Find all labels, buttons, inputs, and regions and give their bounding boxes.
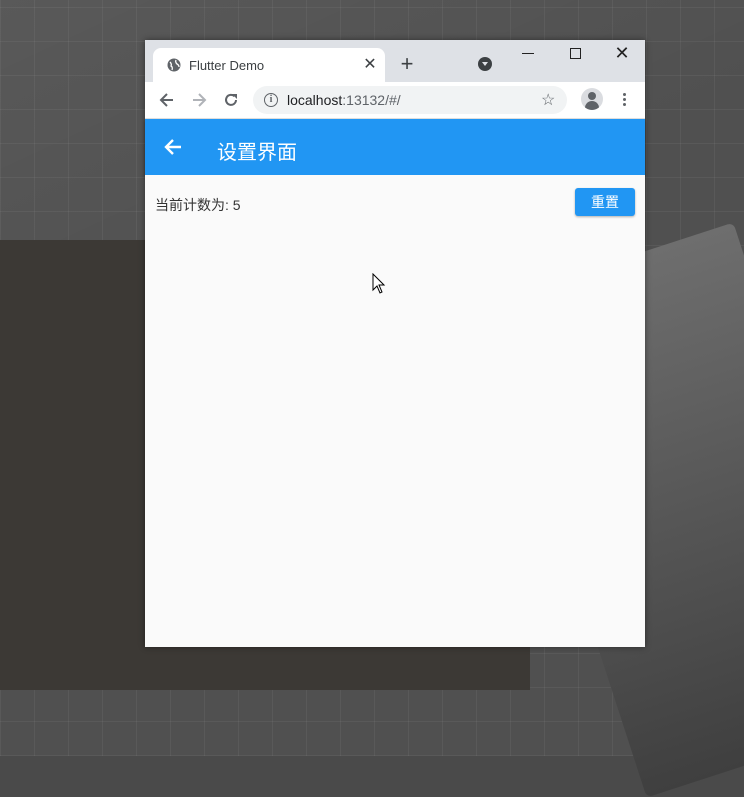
browser-window: Flutter Demo ✕ + ✕ i localhost:13132/#/ … — [145, 40, 645, 647]
window-close-icon[interactable]: ✕ — [613, 43, 631, 63]
page-title: 设置界面 — [217, 142, 297, 164]
forward-icon[interactable] — [189, 90, 209, 110]
kebab-menu-icon[interactable] — [615, 91, 633, 109]
url-host: localhost — [287, 92, 343, 108]
reload-icon[interactable] — [221, 90, 241, 110]
minimize-icon[interactable] — [522, 53, 534, 54]
reset-button[interactable]: 重置 — [575, 188, 635, 216]
new-tab-button[interactable]: + — [397, 53, 417, 75]
arrow-left-icon[interactable] — [161, 135, 185, 159]
tab-close-icon[interactable]: ✕ — [361, 56, 379, 74]
globe-icon — [167, 58, 181, 72]
info-icon[interactable]: i — [264, 93, 278, 107]
counter-text: 当前计数为: 5 — [155, 197, 241, 213]
address-bar[interactable]: i localhost:13132/#/ ☆ — [253, 86, 567, 114]
url-text: localhost:13132/#/ — [287, 92, 401, 108]
back-icon[interactable] — [157, 90, 177, 110]
avatar-icon[interactable] — [581, 88, 603, 110]
tab-title: Flutter Demo — [189, 58, 265, 73]
app-bar: 设置界面 — [145, 119, 645, 175]
mouse-cursor-icon — [372, 273, 386, 294]
maximize-icon[interactable] — [570, 48, 581, 59]
url-path: :13132/#/ — [342, 92, 401, 108]
title-bar: Flutter Demo ✕ + ✕ — [145, 40, 645, 82]
star-icon[interactable]: ☆ — [541, 90, 555, 110]
browser-toolbar: i localhost:13132/#/ ☆ — [145, 82, 645, 119]
tab-search-icon[interactable] — [478, 57, 492, 71]
browser-tab[interactable]: Flutter Demo ✕ — [153, 48, 385, 82]
page-body: 当前计数为: 5 重置 — [145, 175, 645, 647]
